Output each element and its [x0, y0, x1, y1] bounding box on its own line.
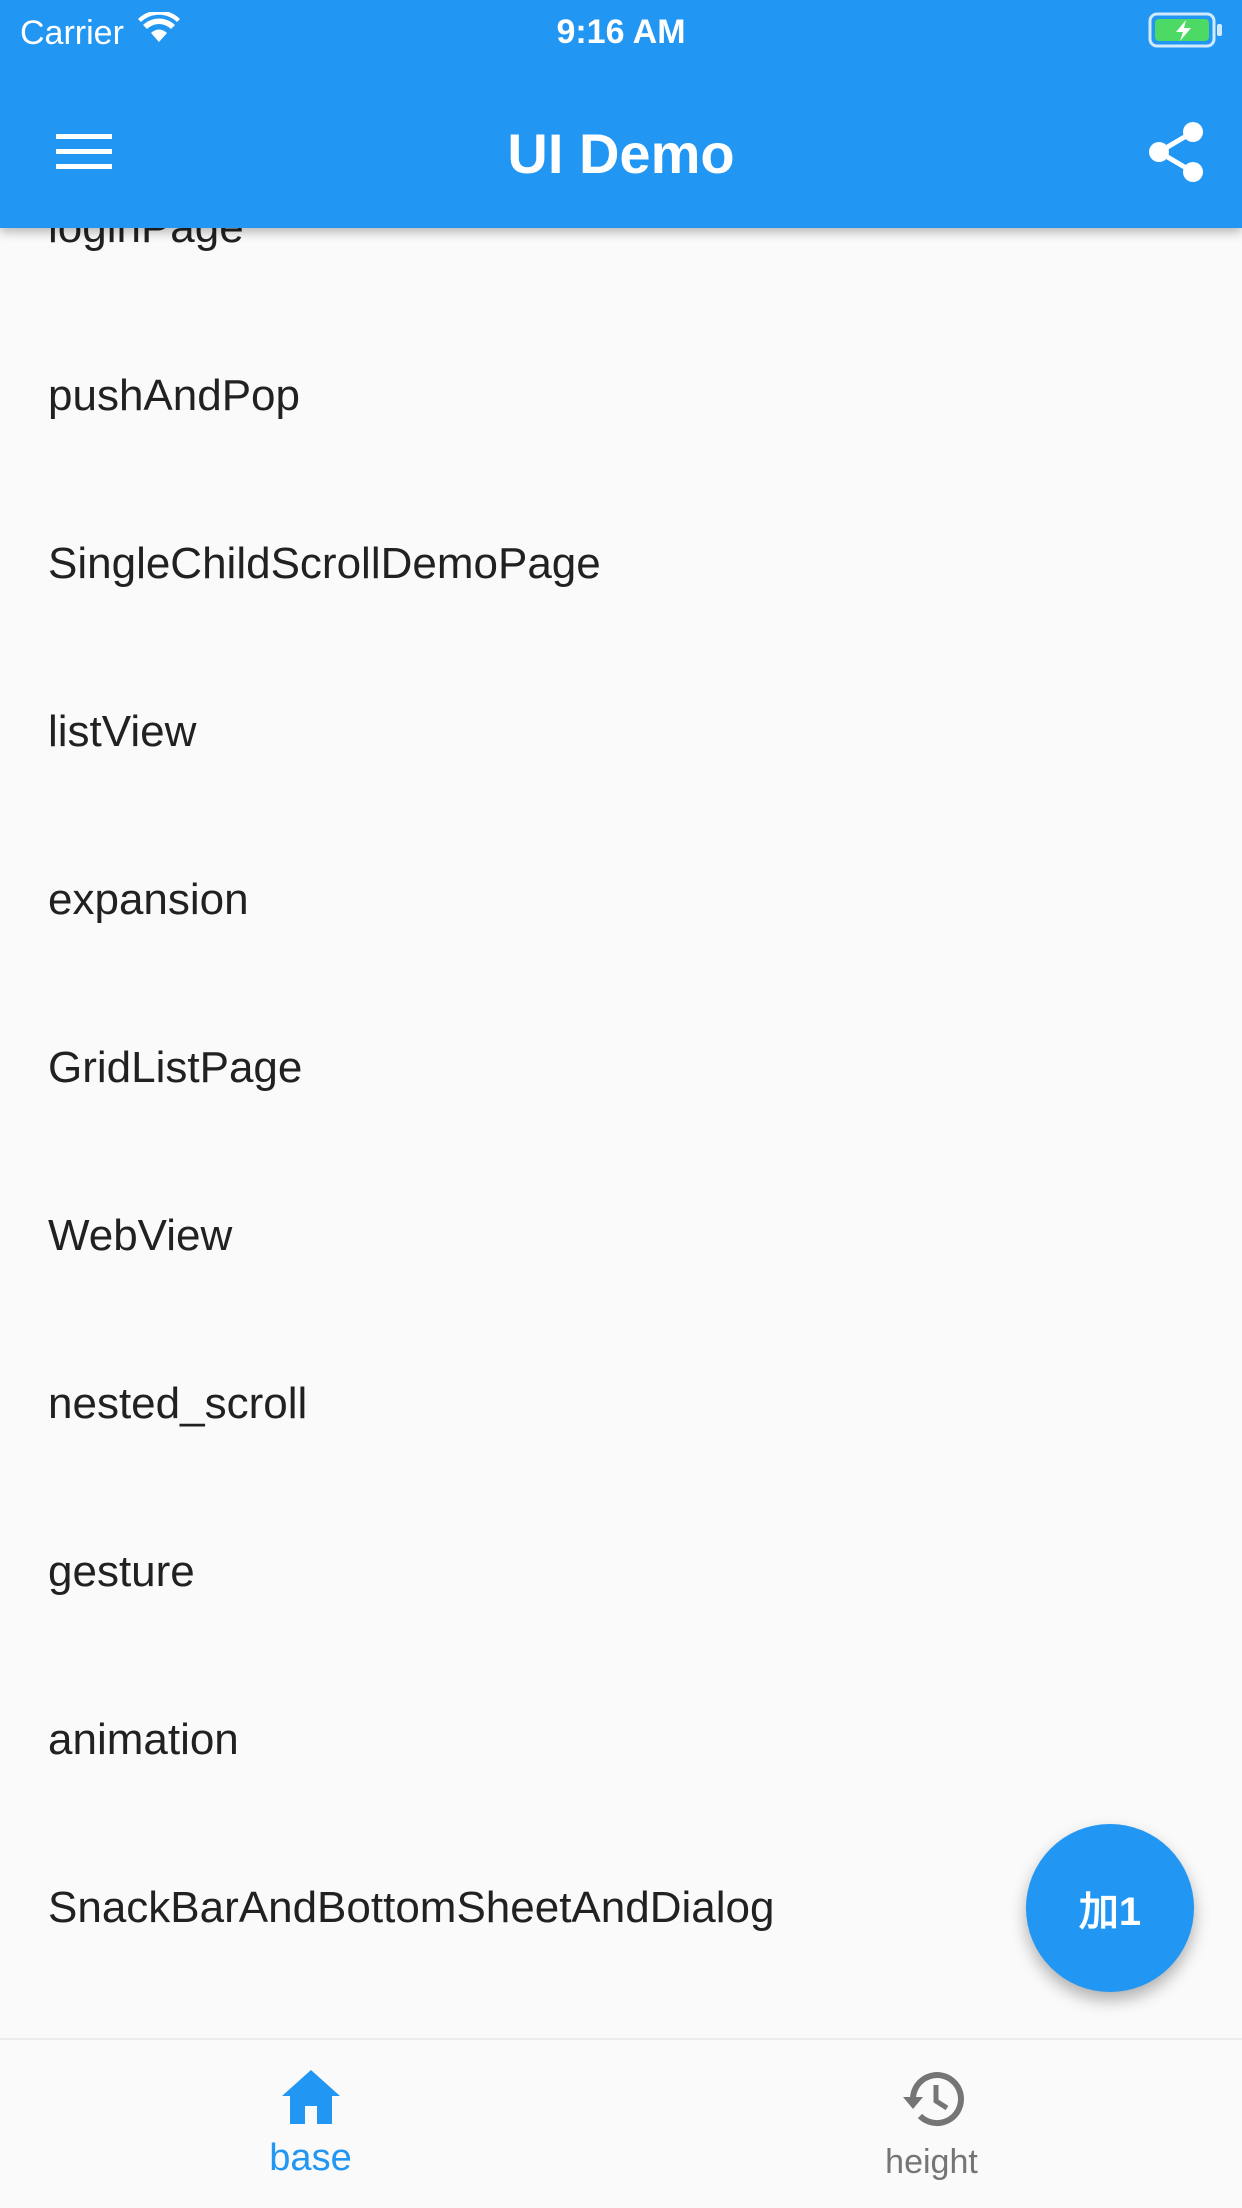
list-item[interactable]: WebView [0, 1152, 1242, 1320]
list-item[interactable]: nested_scroll [0, 1320, 1242, 1488]
list-item-label: listView [48, 707, 197, 756]
list-item[interactable]: GridListPage [0, 984, 1242, 1152]
bottom-navigation: base height [0, 2038, 1242, 2208]
list-item[interactable]: gesture [0, 1488, 1242, 1656]
list-item[interactable]: pushAndPop [0, 312, 1242, 480]
list-item-label: nested_scroll [48, 1379, 308, 1428]
status-bar: Carrier 9:16 AM [0, 0, 1242, 60]
list-item[interactable]: listView [0, 648, 1242, 816]
list-item-label: expansion [48, 875, 249, 924]
list-item-label: pushAndPop [48, 371, 300, 420]
list-item[interactable]: expansion [0, 816, 1242, 984]
list-item[interactable]: loginPage [0, 228, 1242, 312]
tab-height-label: height [885, 2143, 978, 2181]
list-item-label: WebView [48, 1211, 233, 1260]
app-bar: UI Demo [0, 60, 1242, 228]
list-item-label: loginPage [48, 228, 244, 253]
list-item-label: animation [48, 1715, 239, 1764]
share-button[interactable] [1134, 112, 1218, 196]
tab-base[interactable]: base [0, 2040, 621, 2208]
history-icon [621, 2068, 1242, 2130]
add-one-fab-button[interactable]: 加1 [1026, 1824, 1194, 1992]
screen: Carrier 9:16 AM UI Demo pushAndPop Singl… [0, 0, 1242, 2208]
tab-height[interactable]: height [621, 2040, 1242, 2208]
home-icon [0, 2068, 621, 2130]
list-item[interactable]: SingleChildScrollDemoPage [0, 480, 1242, 648]
list-item-label: GridListPage [48, 1043, 303, 1092]
status-time: 9:16 AM [556, 13, 686, 51]
fab-label: 加1 [1078, 1890, 1142, 1934]
list-item-label: gesture [48, 1547, 195, 1596]
list-item-label: SnackBarAndBottomSheetAndDialog [48, 1883, 775, 1932]
list-item[interactable]: animation [0, 1656, 1242, 1824]
list-item-label: SingleChildScrollDemoPage [48, 539, 601, 588]
demo-list: loginPage pushAndPop SingleChildScrollDe… [0, 228, 1242, 2038]
tab-base-label: base [269, 2137, 352, 2179]
share-icon [1146, 120, 1206, 189]
battery-icon [1148, 12, 1224, 48]
page-title: UI Demo [507, 122, 735, 185]
